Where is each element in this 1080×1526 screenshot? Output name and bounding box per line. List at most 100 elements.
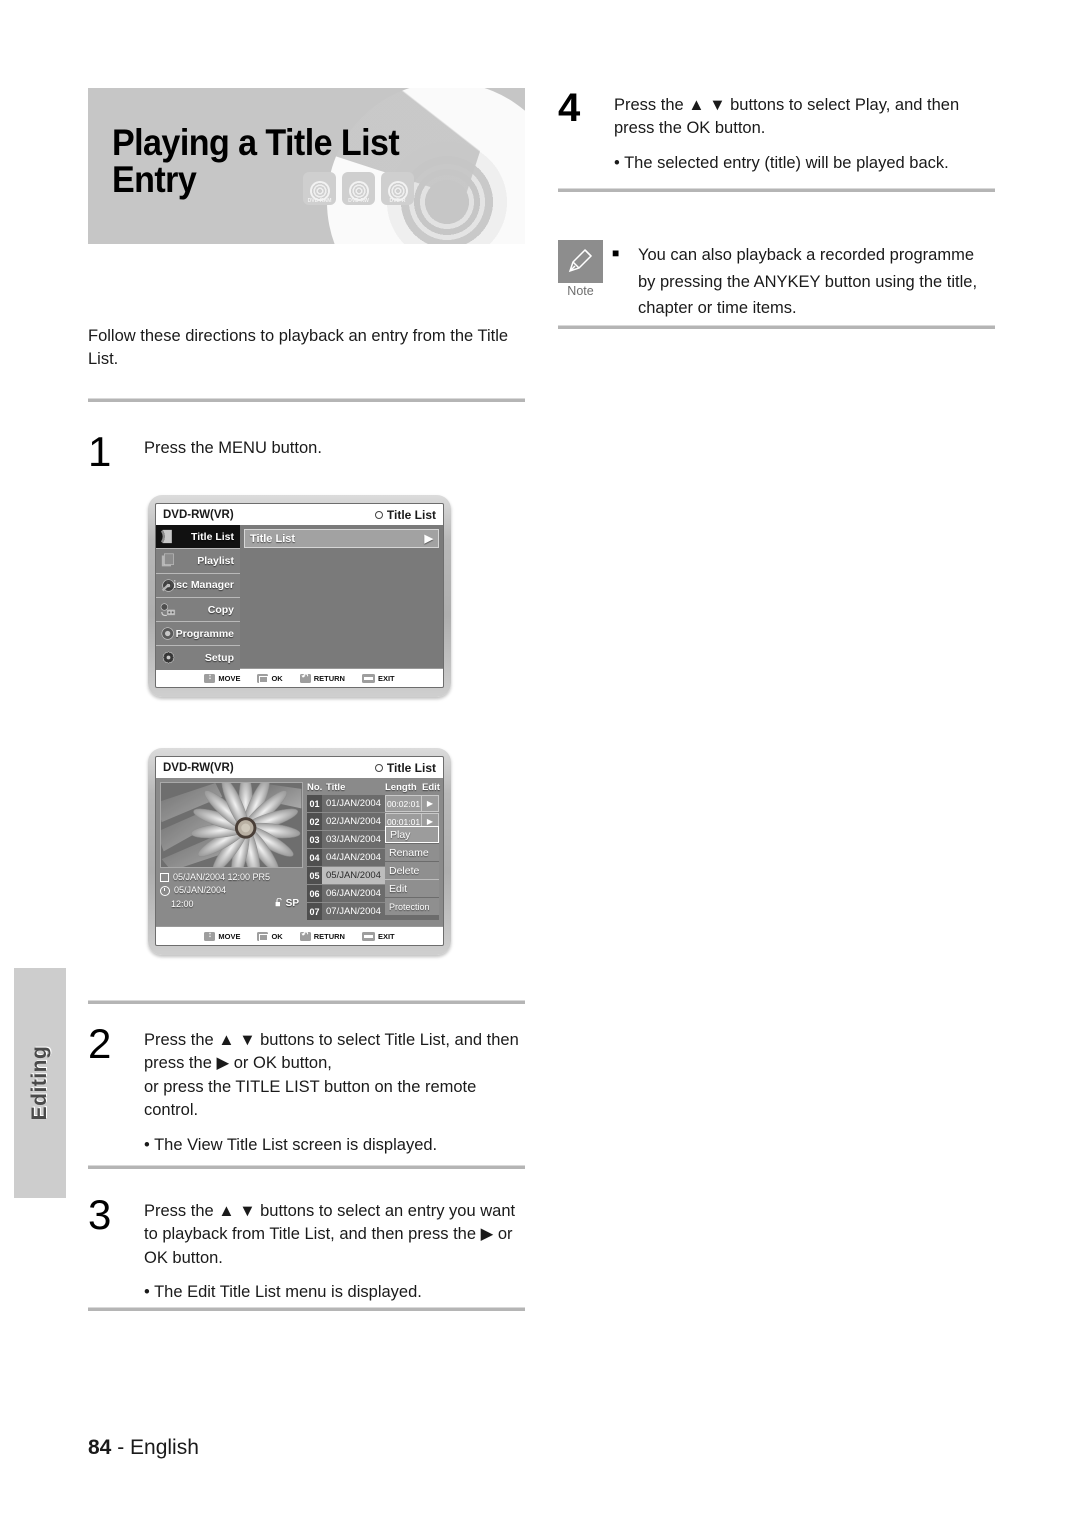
dvd-rw-badge-label: DVD-RW xyxy=(348,198,369,204)
step-1: 1 Press the MENU button. xyxy=(88,428,525,475)
ok-icon xyxy=(257,673,269,683)
sidebar-item-playlist[interactable]: Playlist xyxy=(156,549,240,574)
osd-menu-screenshot: DVD-RW(VR) Title List Title List Playlis… xyxy=(148,495,451,697)
divider-above-step-1 xyxy=(88,398,525,402)
page-number: 84 xyxy=(88,1436,112,1459)
sidebar-item-copy[interactable]: Copy xyxy=(156,597,240,623)
unlock-icon xyxy=(275,897,282,907)
osd-footer-exit-label: EXIT xyxy=(377,931,395,941)
sidebar-item-setup[interactable]: Setup xyxy=(156,646,240,670)
osd-footer-move[interactable]: MOVE xyxy=(204,930,241,941)
step-3-sub: • The Edit Title List menu is displayed. xyxy=(144,1283,422,1302)
osd-menu-body: Title List Playlist Disc Manager Copy Pr… xyxy=(156,525,443,670)
section-tab-editing: Editing xyxy=(14,968,66,1198)
playlist-icon xyxy=(161,553,174,567)
title-info-line-1: 05/JAN/2004 12:00 PR5 xyxy=(160,871,303,884)
osd-footer-move-label: MOVE xyxy=(218,931,241,941)
osd-footer-ok[interactable]: OK xyxy=(257,673,283,683)
copy-icon xyxy=(160,603,176,616)
osd-menu-content: Title List ▶ xyxy=(240,525,443,668)
osd-menu-content-row-title-list[interactable]: Title List ▶ xyxy=(244,529,439,548)
footer-dash: - xyxy=(111,1436,131,1459)
popup-item-edit[interactable]: Edit xyxy=(385,880,439,897)
column-header-no: No. xyxy=(307,782,323,793)
note-bullet-icon: ■ xyxy=(612,246,620,260)
popup-item-rename[interactable]: Rename xyxy=(385,844,439,861)
osd-footer-return[interactable]: RETURN xyxy=(299,672,345,683)
popup-item-edit-label: Edit xyxy=(389,882,408,895)
osd-titlelist-header-right: Title List xyxy=(374,760,436,775)
osd-titlelist-header-right-label: Title List xyxy=(386,760,436,775)
flower-thumbnail-image xyxy=(161,783,302,867)
osd-menu-header-right: Title List xyxy=(374,508,436,522)
osd-titlelist-screen: DVD-RW(VR) Title List 05/JAN/2004 12:00 … xyxy=(155,756,444,946)
sidebar-item-programme-label: Programme xyxy=(175,627,234,640)
osd-footer-move-label: MOVE xyxy=(218,673,241,683)
osd-titlelist-header: DVD-RW(VR) Title List xyxy=(156,757,443,778)
popup-item-protection-label: Protection xyxy=(389,901,430,912)
row-edit-arrow-icon[interactable]: ▶ xyxy=(422,795,439,812)
divider-above-step-3 xyxy=(88,1165,525,1169)
osd-footer-ok[interactable]: OK xyxy=(257,931,283,941)
dvd-r-badge-label: DVD-R xyxy=(389,198,406,204)
page-banner: Playing a Title List Entry xyxy=(88,88,525,244)
dvd-ram-badge: DVD-RAM xyxy=(303,172,336,205)
osd-titlelist-screenshot: DVD-RW(VR) Title List 05/JAN/2004 12:00 … xyxy=(148,748,451,955)
sidebar-item-programme[interactable]: Programme xyxy=(156,622,240,647)
title-info-mode-label: SP xyxy=(285,898,299,910)
osd-footer-move[interactable]: MOVE xyxy=(204,672,241,683)
popup-item-play-label: Play xyxy=(390,828,411,841)
sidebar-item-title-list[interactable]: Title List xyxy=(156,525,240,550)
page-footer: 84 - English xyxy=(88,1436,199,1460)
row-title: 01/JAN/2004 xyxy=(322,795,385,812)
footer-language: English xyxy=(130,1436,199,1459)
disc-manager-icon xyxy=(161,578,175,592)
row-no: 03 xyxy=(307,831,322,848)
osd-footer-return[interactable]: RETURN xyxy=(299,930,345,941)
osd-footer-return-label: RETURN xyxy=(313,931,345,941)
row-no: 07 xyxy=(307,903,322,920)
title-info-time: 12:00 xyxy=(171,898,194,909)
note-box: Note ■ You can also playback a recorded … xyxy=(558,240,995,322)
osd-footer-exit[interactable]: EXIT xyxy=(361,931,395,941)
section-tab-label: Editing xyxy=(28,1045,51,1121)
popup-item-play[interactable]: Play xyxy=(385,826,439,843)
pencil-icon xyxy=(568,248,593,273)
step-1-number: 1 xyxy=(88,428,112,475)
dvd-rw-badge: DVD-RW xyxy=(342,172,375,205)
popup-item-delete-label: Delete xyxy=(389,864,420,877)
divider-above-step-2 xyxy=(88,1000,525,1004)
osd-menu-header: DVD-RW(VR) Title List xyxy=(156,504,443,525)
osd-titlelist-body: 05/JAN/2004 12:00 PR5 05/JAN/2004 12:00 xyxy=(156,778,443,926)
exit-icon xyxy=(361,931,375,941)
titlelist-column-headers: No. Title Length Edit xyxy=(307,782,440,795)
table-row[interactable]: 01 01/JAN/2004 00:02:01 ▶ xyxy=(307,795,439,812)
column-header-title: Title xyxy=(326,782,346,793)
osd-footer-return-label: RETURN xyxy=(313,673,345,683)
title-info-line-2-text: 05/JAN/2004 xyxy=(174,885,227,896)
step-2-sub: • The View Title List screen is displaye… xyxy=(144,1135,438,1154)
osd-menu-footer: MOVE OK RETURN EXIT xyxy=(156,668,443,687)
programme-icon xyxy=(161,627,174,640)
popup-item-protection[interactable]: Protection xyxy=(385,898,439,915)
divider-below-note xyxy=(558,325,995,329)
osd-menu-disc-type: DVD-RW(VR) xyxy=(163,508,234,521)
return-icon xyxy=(299,672,311,683)
step-4-number: 4 xyxy=(558,86,581,130)
osd-footer-ok-label: OK xyxy=(271,931,283,941)
osd-footer-exit[interactable]: EXIT xyxy=(361,673,395,683)
setup-gear-icon xyxy=(162,651,175,665)
osd-titlelist-table: No. Title Length Edit 01 01/JAN/2004 00:… xyxy=(307,782,440,922)
step-2: 2 Press the ▲ ▼ buttons to select Title … xyxy=(88,1023,525,1157)
sidebar-item-playlist-label: Playlist xyxy=(197,554,234,567)
clock-icon xyxy=(160,885,170,896)
popup-item-delete[interactable]: Delete xyxy=(385,862,439,879)
title-info-line-1-text: 05/JAN/2004 12:00 PR5 xyxy=(173,872,271,882)
sidebar-item-disc-manager[interactable]: Disc Manager xyxy=(156,573,240,598)
intro-paragraph: Follow these directions to playback an e… xyxy=(88,327,509,369)
step-4-text: Press the ▲ ▼ buttons to select Play, an… xyxy=(614,96,960,138)
step-3: 3 Press the ▲ ▼ buttons to select an ent… xyxy=(88,1194,525,1305)
title-info-line-3: 12:00 SP xyxy=(160,897,303,912)
row-no: 02 xyxy=(307,813,322,830)
dvd-r-badge: DVD-R xyxy=(381,172,414,205)
